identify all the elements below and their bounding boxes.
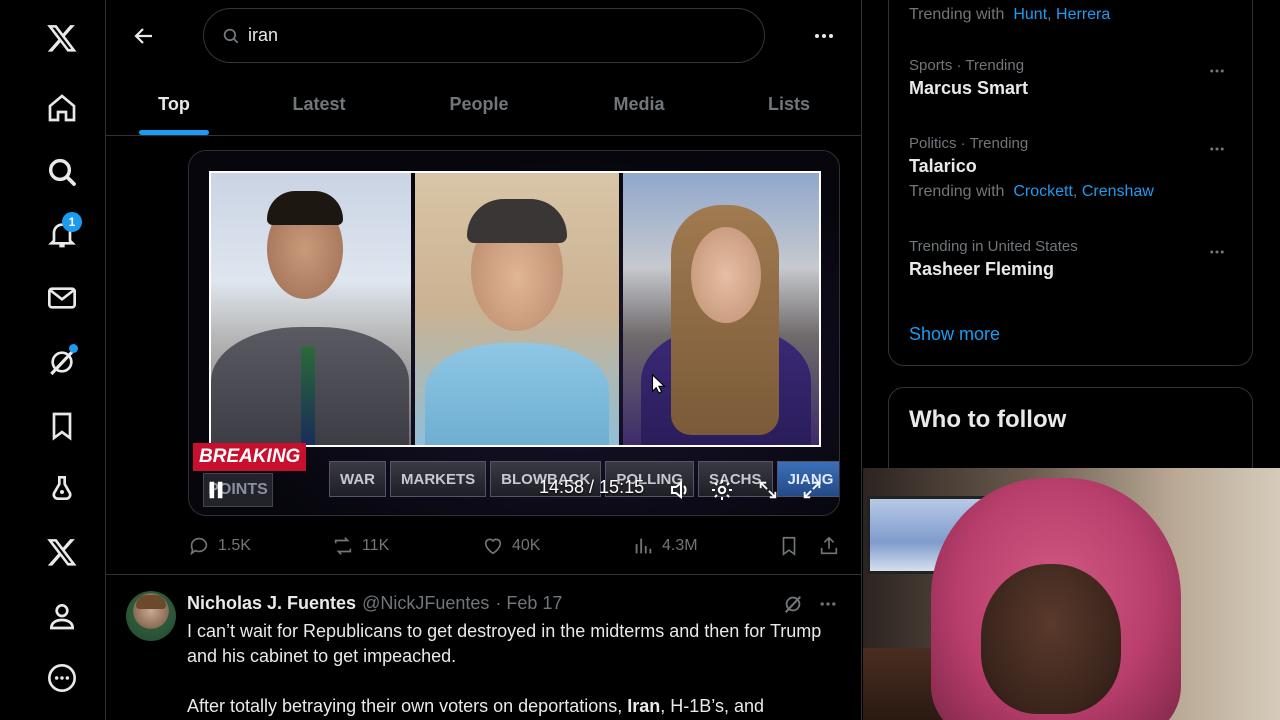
tab-latest[interactable]: Latest <box>274 72 364 136</box>
trend-link[interactable]: Crenshaw <box>1082 183 1154 200</box>
reply-icon <box>190 537 208 556</box>
ticker-item: WAR <box>329 461 386 497</box>
premium-x-icon[interactable] <box>40 530 84 574</box>
breaking-label: BREAKING <box>193 443 307 471</box>
search-bar[interactable] <box>203 8 765 63</box>
notifications-badge: 1 <box>62 212 82 232</box>
webcam-overlay <box>863 468 1280 720</box>
tab-media[interactable]: Media <box>594 72 684 136</box>
heart-icon <box>484 538 502 555</box>
messages-envelope-icon[interactable] <box>40 276 84 320</box>
settings-gear-icon[interactable] <box>707 475 737 505</box>
trends-panel: Trending with Hunt, Herrera Sports · Tre… <box>888 0 1253 366</box>
search-input[interactable] <box>248 25 728 46</box>
reply-count: 1.5K <box>218 537 251 554</box>
video-time: 14:58 / 15:15 <box>539 477 645 497</box>
search-icon <box>223 28 239 43</box>
tweet-paragraph: I can’t wait for Republicans to get dest… <box>187 621 822 666</box>
main-column: Top Latest People Media Lists <box>106 0 862 720</box>
views-chart-icon <box>635 538 652 554</box>
trend-title: Marcus Smart <box>909 78 1029 98</box>
grok-icon[interactable] <box>782 593 804 620</box>
mouse-cursor-icon <box>647 371 669 402</box>
avatar[interactable] <box>126 591 176 641</box>
views-count: 4.3M <box>662 537 698 554</box>
author-name[interactable]: Nicholas J. Fuentes <box>187 593 356 614</box>
video-panel-center <box>415 171 619 447</box>
trend-item[interactable]: Sports · Trending Marcus Smart <box>909 57 1028 99</box>
notifications-bell-icon[interactable]: 1 <box>40 212 84 256</box>
highlighted-term: Iran <box>627 696 661 716</box>
fullscreen-icon[interactable] <box>797 475 827 505</box>
repost-count: 11K <box>362 537 390 554</box>
trend-item[interactable]: Politics · Trending Talarico Trending wi… <box>909 135 1154 201</box>
show-more-link[interactable]: Show more <box>909 324 1000 345</box>
video-panel-right <box>623 171 821 447</box>
more-options-circle-icon[interactable] <box>40 656 84 700</box>
bookmarks-icon[interactable] <box>40 404 84 448</box>
share-icon <box>820 536 838 555</box>
tab-top[interactable]: Top <box>134 72 214 136</box>
bookmark-icon <box>782 536 796 556</box>
trend-link[interactable]: Crockett <box>1013 183 1073 200</box>
webcam-person-face <box>981 564 1121 714</box>
tab-lists[interactable]: Lists <box>744 72 834 136</box>
tweet-date[interactable]: · Feb 17 <box>495 593 562 614</box>
search-icon[interactable] <box>40 150 84 194</box>
trend-item[interactable]: Trending in United States Rasheer Flemin… <box>909 238 1078 280</box>
tweet-header: Nicholas J. Fuentes @NickJFuentes · Feb … <box>187 593 562 614</box>
like-count: 40K <box>512 537 541 554</box>
trend-link[interactable]: Herrera <box>1056 6 1110 23</box>
who-to-follow-title: Who to follow <box>909 406 1067 433</box>
jobs-flask-icon[interactable] <box>40 466 84 510</box>
x-logo-icon[interactable] <box>40 16 84 60</box>
minimize-video-icon[interactable] <box>753 475 783 505</box>
tweet-action-bar: 1.5K 11K 40K 4.3M <box>188 528 844 564</box>
ticker-item: MARKETS <box>390 461 487 497</box>
trend-more-icon[interactable] <box>1204 61 1230 81</box>
author-handle[interactable]: @NickJFuentes <box>362 593 489 614</box>
trend-category: Politics · Trending <box>909 135 1029 152</box>
trend-more-icon[interactable] <box>1204 242 1230 262</box>
left-navigation: 1 <box>0 0 106 720</box>
repost-button[interactable]: 11K <box>332 528 389 564</box>
like-button[interactable]: 40K <box>482 528 540 564</box>
reply-button[interactable]: 1.5K <box>188 528 251 564</box>
back-arrow-icon[interactable] <box>126 18 162 54</box>
more-options-icon[interactable] <box>818 594 838 619</box>
tweet-text: I can’t wait for Republicans to get dest… <box>187 619 837 720</box>
grok-notification-dot <box>69 344 78 353</box>
bookmark-button[interactable] <box>778 528 800 564</box>
share-button[interactable] <box>818 528 840 564</box>
trend-category: Sports · Trending <box>909 57 1025 74</box>
tab-people[interactable]: People <box>434 72 524 136</box>
active-tab-indicator <box>139 130 209 135</box>
trend-link[interactable]: Hunt <box>1013 6 1047 23</box>
trend-title: Talarico <box>909 156 977 176</box>
trend-item[interactable]: Trending with Hunt, Herrera <box>909 6 1110 24</box>
tweet-top-icons <box>782 593 838 620</box>
trend-category: Trending in United States <box>909 238 1078 255</box>
video-player[interactable]: BREAKING POINTS WAR MARKETS BLOWBACK POL… <box>188 150 840 516</box>
profile-person-icon[interactable] <box>40 594 84 638</box>
video-panel-left <box>209 171 411 447</box>
trend-title: Rasheer Fleming <box>909 259 1055 279</box>
volume-icon[interactable] <box>665 475 695 505</box>
tweet-paragraph: After totally betraying their own voters… <box>187 696 764 716</box>
repost-icon <box>334 537 352 555</box>
trend-more-icon[interactable] <box>1204 139 1230 159</box>
more-options-icon[interactable] <box>806 20 842 52</box>
pause-icon[interactable] <box>203 477 229 503</box>
tweet[interactable]: Nicholas J. Fuentes @NickJFuentes · Feb … <box>106 574 862 720</box>
home-icon[interactable] <box>40 86 84 130</box>
search-tabs: Top Latest People Media Lists <box>106 72 862 136</box>
grok-icon[interactable] <box>40 340 84 384</box>
views-button[interactable]: 4.3M <box>632 528 698 564</box>
